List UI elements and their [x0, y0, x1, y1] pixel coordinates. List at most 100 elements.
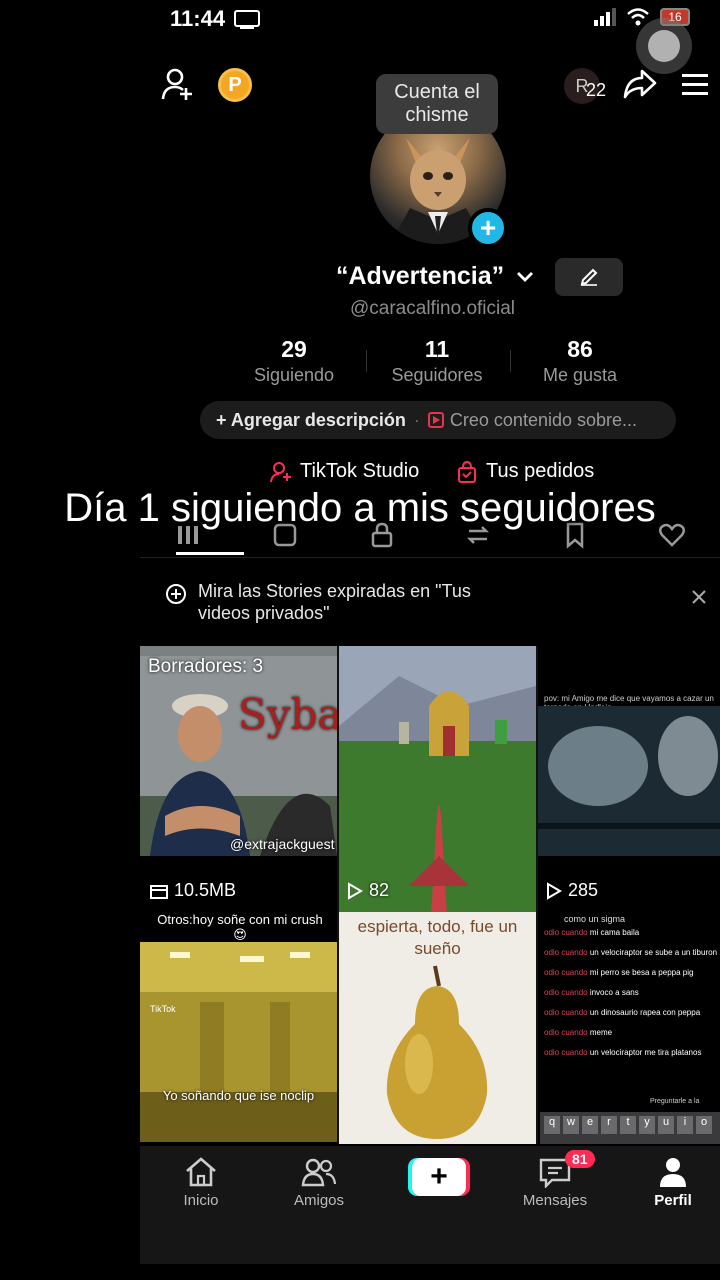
nav-label: Perfil — [654, 1192, 692, 1209]
comment-text: mi cama baila — [589, 928, 640, 937]
views-count: 285 — [568, 880, 599, 900]
menu-icon[interactable] — [680, 72, 710, 98]
comment-item: odio cuando mi perro se besa a peppa pig — [544, 968, 720, 978]
friends-icon — [301, 1158, 337, 1187]
comment-item: odio cuando un velociraptor me tira plat… — [544, 1048, 720, 1058]
views-count: 82 — [369, 880, 390, 900]
divider — [510, 350, 511, 372]
comment-item: odio cuando mi cama baila — [544, 928, 720, 938]
messages-badge: 81 — [565, 1150, 595, 1168]
tiktok-watermark: TikTok — [150, 1004, 176, 1014]
create-button[interactable]: + — [408, 1158, 470, 1196]
comment-item: odio cuando un velociraptor se sube a un… — [544, 948, 720, 958]
play-icon — [348, 881, 363, 900]
ask-label: Preguntarle a la — [650, 1098, 700, 1105]
comment-text: mi perro se besa a peppa pig — [589, 968, 694, 977]
cell-top-text: espierta, todo, fue un sueño — [357, 917, 518, 958]
key: r — [601, 1116, 617, 1134]
comment-text: meme — [589, 1028, 613, 1037]
add-story-button[interactable]: + — [468, 208, 508, 248]
comment-item: odio cuando invoco a sans — [544, 988, 720, 998]
nav-label: Amigos — [293, 1192, 345, 1209]
drafts-size-label: 10.5MB — [150, 880, 236, 901]
nav-profile[interactable]: Perfil — [628, 1156, 718, 1209]
drafts-count-label: Borradores: 3 — [148, 656, 264, 677]
video-thumb-comments[interactable]: como un sigma odio cuando mi cama baila … — [538, 912, 720, 1144]
video-thumb-drafts[interactable]: Borradores: 3 Syba @extrajackguest 10.5M… — [140, 646, 337, 912]
comment-prefix: odio cuando — [544, 1008, 588, 1017]
status-time: 11:44 — [170, 6, 226, 31]
comment-prefix: odio cuando — [544, 928, 588, 937]
key: i — [677, 1116, 693, 1134]
storage-icon — [150, 884, 168, 899]
add-friend-icon[interactable] — [160, 66, 196, 102]
watermark-handle: @extrajackguest — [230, 836, 335, 852]
pencil-icon — [580, 268, 598, 286]
views-label: 285 — [546, 880, 598, 901]
nav-home[interactable]: Inicio — [156, 1156, 246, 1209]
comment-list: odio cuando mi cama baila odio cuando un… — [544, 928, 720, 1064]
add-description-button[interactable]: + Agregar descripción — [216, 410, 406, 431]
stat-label: Seguidores — [391, 365, 483, 385]
stories-banner[interactable]: Mira las Stories expiradas en "Tus video… — [164, 580, 684, 624]
video-thumb-tornado[interactable]: pov: mi Amigo me dice que vayamos a caza… — [538, 646, 720, 912]
coin-icon[interactable]: P — [218, 68, 252, 102]
nav-label: Inicio — [183, 1192, 219, 1209]
stat-followers[interactable]: 11 Seguidores — [377, 336, 497, 386]
edit-profile-button[interactable] — [555, 258, 623, 296]
cell-image-text: Syba — [238, 690, 337, 739]
size-value: 10.5MB — [174, 880, 237, 900]
nav-label: Mensajes — [522, 1192, 588, 1209]
stat-value: 86 — [567, 336, 593, 362]
display-name[interactable]: “Advertencia” — [336, 262, 504, 291]
cell-top-text: Otros:hoy soñe con mi crush 😍 — [157, 912, 323, 942]
comment-prefix: odio cuando — [544, 1048, 588, 1057]
key: e — [582, 1116, 598, 1134]
signal-icon — [594, 8, 616, 26]
banner-text: Mira las Stories expiradas en "Tus video… — [198, 581, 471, 623]
cell-top-text: como un sigma — [564, 914, 626, 924]
video-caption-overlay: Día 1 siguiendo a mis seguidores — [64, 486, 656, 530]
bottom-nav: Inicio Amigos + Mensajes 81 Perfil — [140, 1146, 720, 1264]
video-thumb-backrooms[interactable]: Otros:hoy soñe con mi crush 😍 TikTok Yo … — [140, 912, 337, 1144]
orders-label: Tus pedidos — [486, 460, 595, 482]
nav-friends[interactable]: Amigos — [274, 1156, 364, 1209]
chevron-down-icon[interactable] — [514, 266, 536, 288]
home-icon — [186, 1157, 216, 1187]
bio-pill[interactable]: + Agregar descripción · Creo contenido s… — [200, 401, 676, 439]
plus-icon: + — [412, 1158, 466, 1196]
drafts-thumb-image — [140, 646, 337, 912]
stat-value: 29 — [281, 336, 307, 362]
pear-thumb-image — [386, 965, 488, 1139]
tiktok-studio-link[interactable]: TikTok Studio — [270, 460, 419, 483]
share-icon[interactable] — [622, 66, 658, 102]
comment-item: odio cuando un dinosaurio rapea con pepp… — [544, 1008, 720, 1018]
screen-cast-icon — [234, 10, 260, 29]
story-prompt-tooltip[interactable]: Cuenta el chisme — [376, 74, 498, 134]
orders-link[interactable]: Tus pedidos — [456, 460, 594, 483]
divider — [366, 350, 367, 372]
studio-label: TikTok Studio — [300, 460, 420, 482]
comment-prefix: odio cuando — [544, 968, 588, 977]
account-count: 22 — [586, 80, 607, 100]
profile-icon — [660, 1158, 686, 1187]
stat-likes[interactable]: 86 Me gusta — [520, 336, 640, 386]
studio-icon — [270, 461, 291, 482]
shopping-bag-icon — [458, 460, 476, 483]
content-topic-button[interactable]: Creo contenido sobre... — [450, 410, 637, 431]
close-icon[interactable] — [690, 588, 708, 606]
video-thumb-pear[interactable]: espierta, todo, fue un sueño — [339, 912, 536, 1144]
video-thumb-roblox[interactable]: 82 — [339, 646, 536, 912]
key: u — [658, 1116, 674, 1134]
views-label: 82 — [347, 880, 389, 901]
comment-text: un velociraptor se sube a un tiburon — [589, 948, 718, 957]
add-story-icon — [166, 584, 186, 604]
username-handle: @caracalfino.oficial — [350, 298, 516, 319]
video-icon — [427, 412, 444, 428]
backrooms-thumb-image — [140, 942, 337, 1142]
comment-prefix: odio cuando — [544, 948, 588, 957]
keyboard-preview: q w e r t y u i o — [540, 1112, 720, 1144]
tornado-thumb-image — [538, 706, 720, 856]
stat-following[interactable]: 29 Siguiendo — [234, 336, 354, 386]
video-grid: Borradores: 3 Syba @extrajackguest 10.5M… — [140, 646, 720, 1144]
